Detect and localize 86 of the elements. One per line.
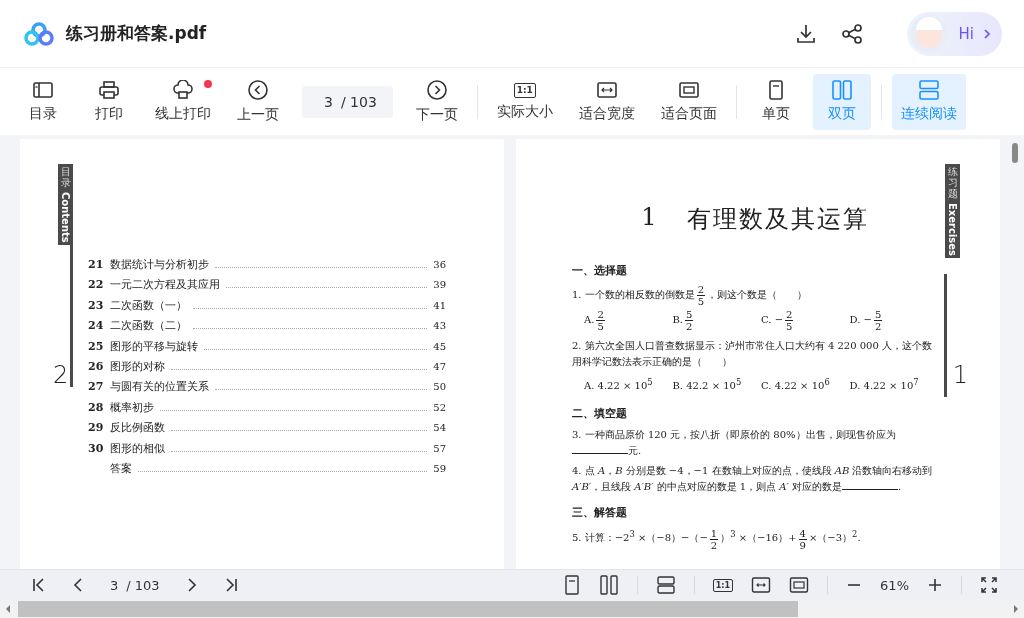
chapter-number: 1 xyxy=(641,203,659,233)
section-heading: 二、填空题 xyxy=(572,406,628,422)
answer-option: C. 4.22 × 10$^{6}$ xyxy=(761,372,850,397)
page-reference: 50 xyxy=(433,381,446,393)
chapter-number: 28 xyxy=(88,400,104,414)
single-page-icon[interactable] xyxy=(562,575,581,595)
page-reference: 36 xyxy=(433,259,446,270)
page-total: / 103 xyxy=(126,577,160,593)
chapter-title: 有理数及其运算 xyxy=(686,204,869,235)
stacked-pages-icon xyxy=(917,80,940,100)
chapter-number: 24 xyxy=(88,319,104,333)
page-reference: 54 xyxy=(433,422,446,434)
two-pages-icon[interactable] xyxy=(598,575,619,595)
chapter-number: 23 xyxy=(88,298,104,312)
page-number-field[interactable]: 3 xyxy=(110,577,119,593)
page-reference: 41 xyxy=(433,299,446,311)
zoom-level: 61% xyxy=(880,577,909,593)
chapter-title: 图形的相似 xyxy=(110,440,165,456)
page-number-field[interactable]: 3 / 103 xyxy=(302,85,393,118)
actual-size-icon[interactable]: 1:1 xyxy=(712,578,734,592)
page-reference: 47 xyxy=(433,360,446,372)
page-reference: 43 xyxy=(433,320,446,332)
zoom-in-icon[interactable] xyxy=(927,577,943,593)
chapter-title: 图形的平移与旋转 xyxy=(110,338,198,354)
chapter-title: 数据统计与分析初步 xyxy=(110,257,209,272)
toolbar-button[interactable]: 目录 xyxy=(14,73,72,130)
chapter-title: 概率初步 xyxy=(110,399,154,415)
chapter-title: 答案 xyxy=(110,460,132,476)
chapter-number: 26 xyxy=(88,359,104,373)
fit-width-icon[interactable] xyxy=(751,576,772,594)
page-reference: 57 xyxy=(433,442,446,454)
logo-icon xyxy=(24,21,54,46)
toolbar-button[interactable]: 线上打印 xyxy=(146,73,220,130)
page-reference: 52 xyxy=(433,401,446,413)
horizontal-scrollbar[interactable] xyxy=(0,600,1024,618)
question-text: 2. 第六次全国人口普查数据显示：泸州市常住人口大约有 4 220 000 人，这个数用科学记数法表示正确的是（ ） xyxy=(572,339,933,369)
chapter-number: 25 xyxy=(88,339,104,353)
chevron-right-icon xyxy=(982,27,992,40)
answer-option: D. 4.22 × 10$^{7}$ xyxy=(849,372,938,397)
chapter-number: 29 xyxy=(88,421,104,435)
sidebar-icon xyxy=(32,80,54,100)
page-reference: 59 xyxy=(433,462,446,474)
answer-option: A. 4.22 × 10$^{5}$ xyxy=(584,372,673,397)
chapter-title: 二次函数（一） xyxy=(110,297,187,313)
chapter-title: 与圆有关的位置关系 xyxy=(110,379,209,395)
fit-page-icon xyxy=(677,80,700,100)
chapter-number: 21 xyxy=(88,258,104,271)
answer-option: B. 42.2 × 10$^{5}$ xyxy=(672,372,761,397)
fit-page-icon[interactable] xyxy=(789,576,810,594)
page-number: 2 xyxy=(53,361,69,389)
toolbar-button[interactable]: 适合宽度 xyxy=(569,73,644,130)
page-reference: 39 xyxy=(433,279,446,291)
question-text: 3. 一种商品原价 120 元，按八折（即原价的 80%）出售，则现售价应为 元. xyxy=(572,428,897,459)
section-heading: 一、选择题 xyxy=(572,263,628,278)
stacked-pages-icon[interactable] xyxy=(655,575,676,595)
toolbar-button[interactable]: 1:1 实际大小 xyxy=(487,73,562,130)
question-text: 4. 点 A，B 分别是数 −4，−1 在数轴上对应的点，使线段 AB 沿数轴向右移动到 A′B′，且线段 A′B′ 的中点对应的数是 1，则点 A′ 对应的数是 . xyxy=(572,464,934,495)
toolbar-button[interactable]: 单页 xyxy=(746,73,805,130)
share-icon[interactable] xyxy=(840,22,863,45)
page-number: 1 xyxy=(952,361,968,389)
download-icon[interactable] xyxy=(794,22,817,45)
fullscreen-icon[interactable] xyxy=(980,576,998,594)
actual-size-icon: 1:1 xyxy=(513,82,536,98)
toolbar-button[interactable]: 适合页面 xyxy=(651,73,726,130)
fit-width-icon xyxy=(595,80,618,100)
chapter-number: 22 xyxy=(88,278,104,292)
document-title: 练习册和答案.pdf xyxy=(66,22,207,45)
scroll-right-icon[interactable] xyxy=(1012,604,1020,614)
chapter-title: 反比例函数 xyxy=(110,420,165,436)
toolbar-button[interactable]: 打印 xyxy=(80,73,138,130)
chapter-title: 一元二次方程及其应用 xyxy=(110,277,220,293)
printer-icon xyxy=(98,80,120,100)
chapter-title: 二次函数（二） xyxy=(110,318,187,334)
scroll-left-icon[interactable] xyxy=(4,604,12,614)
page-reference: 45 xyxy=(433,340,446,352)
toolbar-button[interactable]: 下一页 xyxy=(406,73,467,130)
chapter-number: 27 xyxy=(88,380,104,394)
section-heading: 三、解答题 xyxy=(572,505,628,521)
toolbar-button[interactable]: 上一页 xyxy=(228,73,288,130)
cloud-icon xyxy=(172,80,194,100)
chapter-number: 30 xyxy=(88,441,104,455)
next-page-icon xyxy=(425,79,448,101)
two-pages-icon xyxy=(830,80,853,100)
assistant-button[interactable]: Hi xyxy=(906,11,1002,56)
chapter-title: 图形的对称 xyxy=(110,358,165,374)
previous-page-icon xyxy=(247,79,269,101)
